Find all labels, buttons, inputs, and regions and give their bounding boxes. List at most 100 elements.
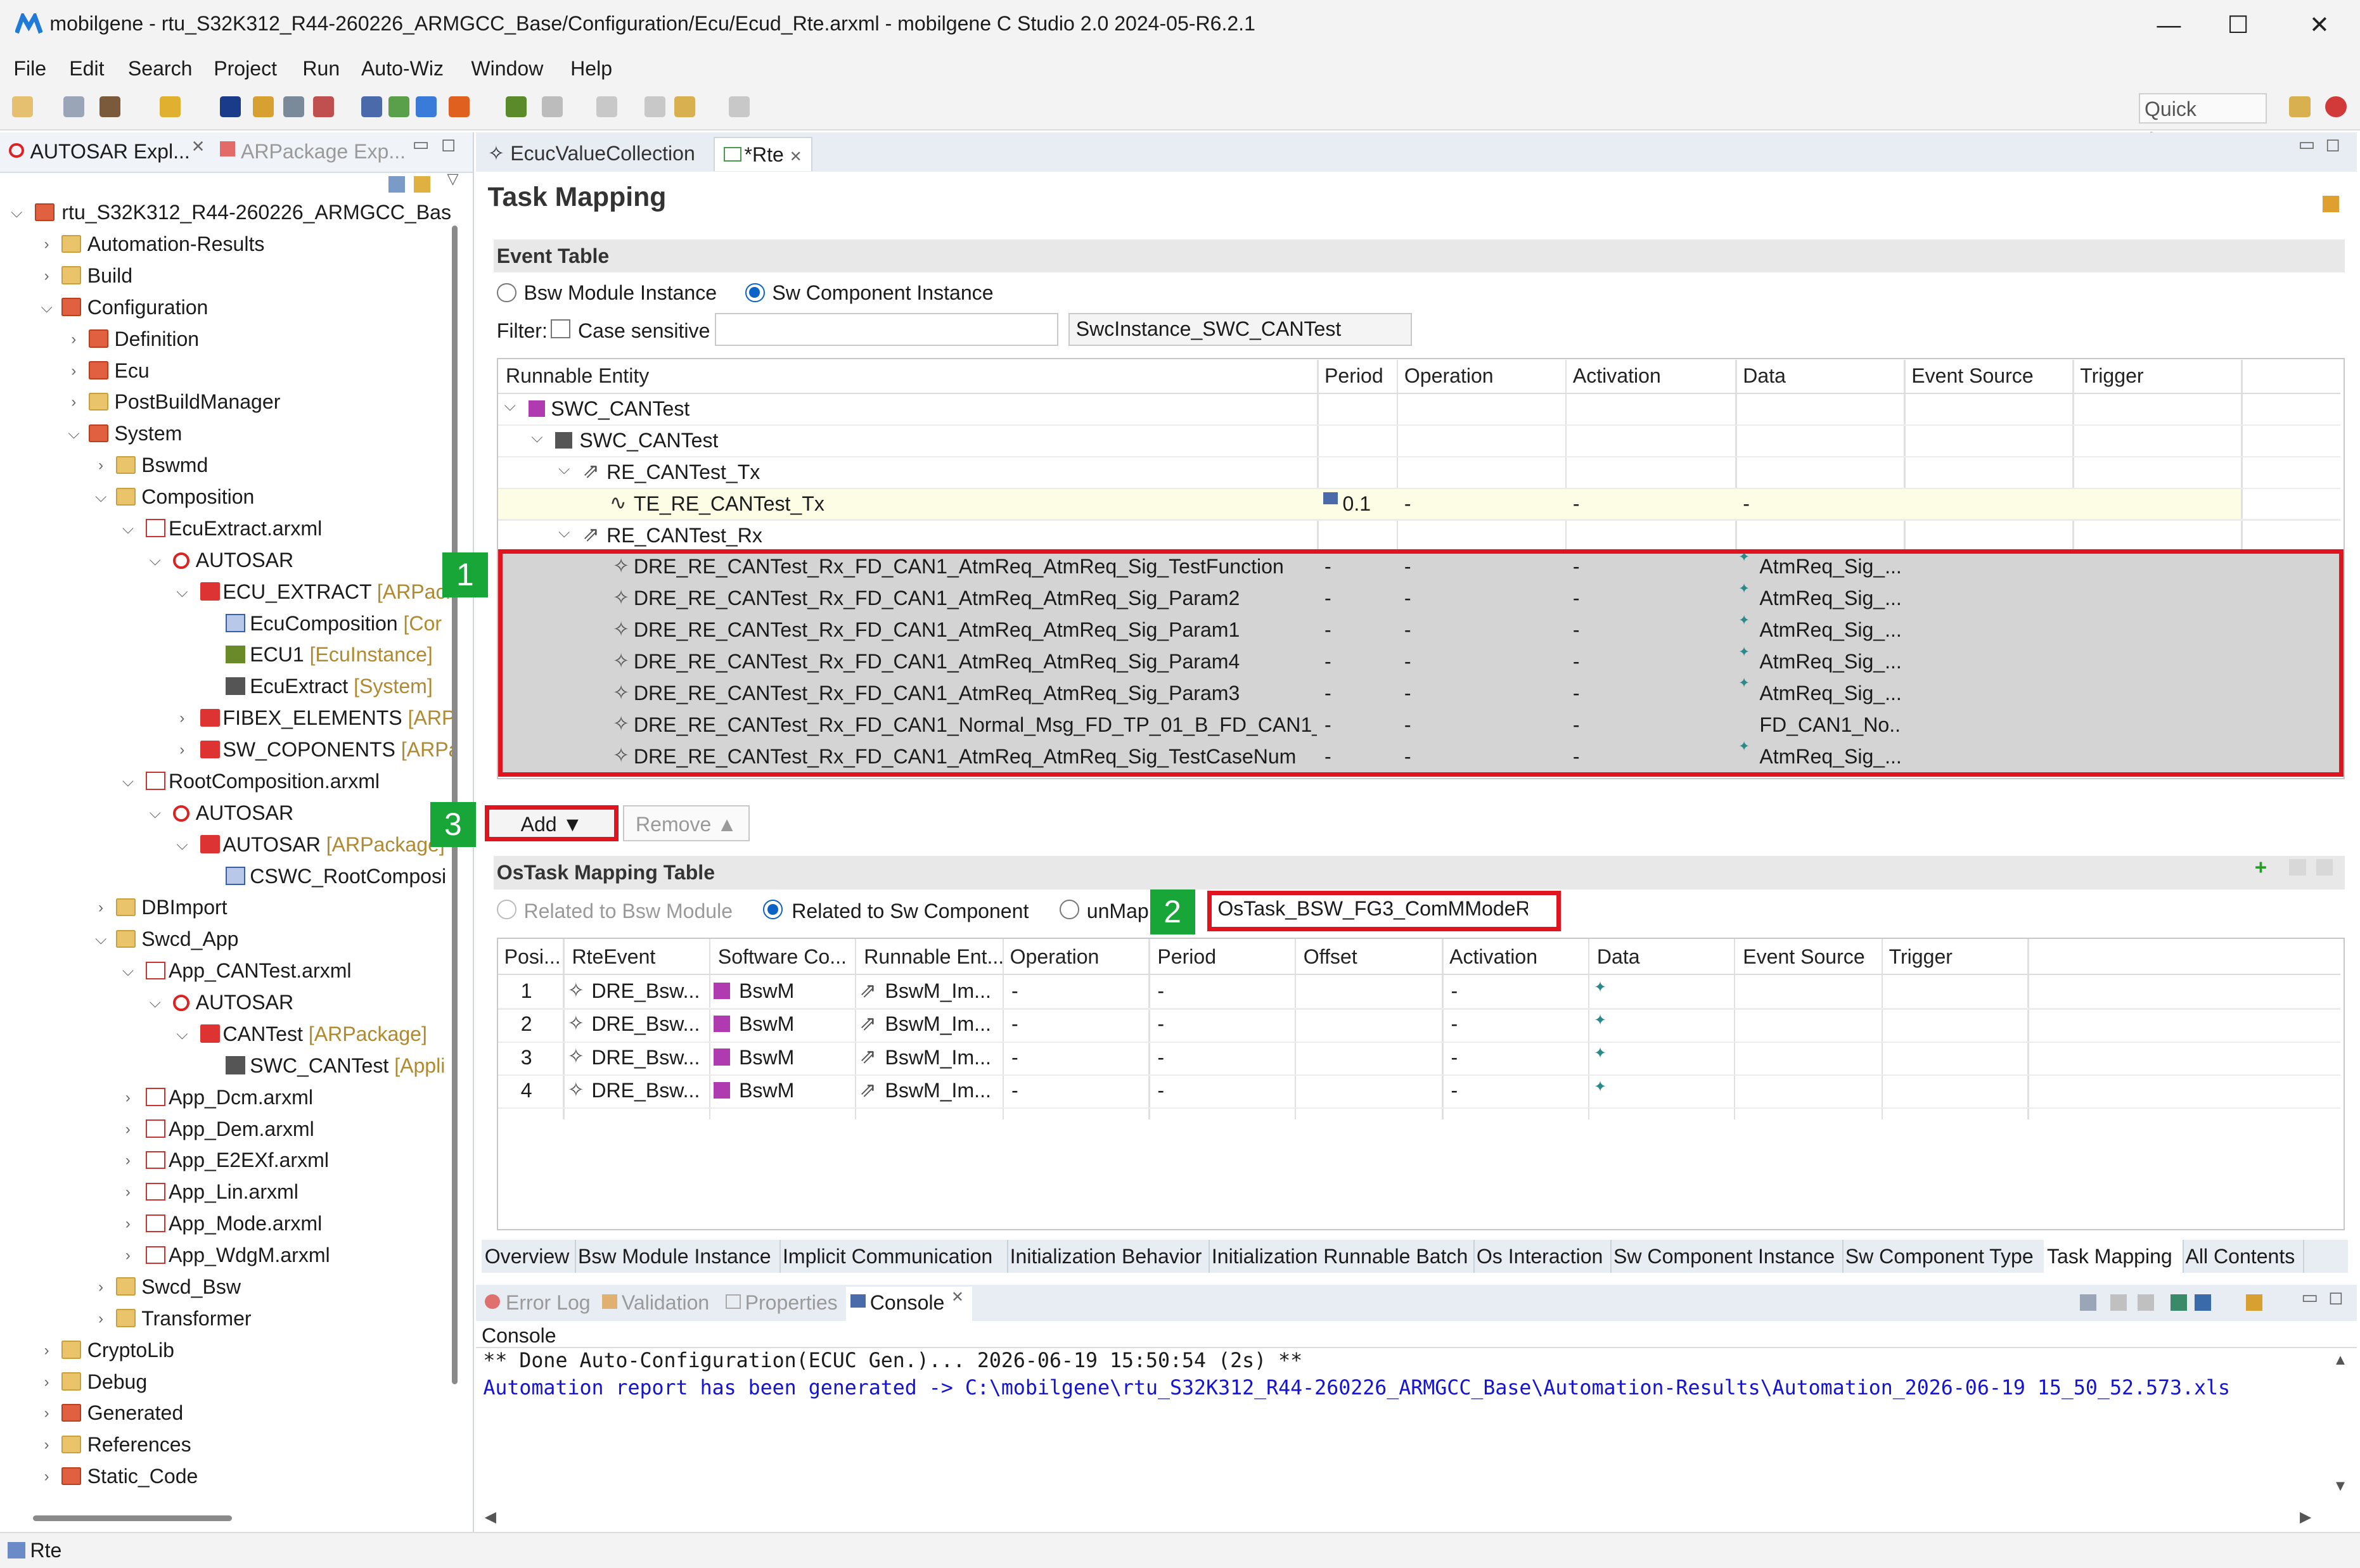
editor-action-icon[interactable] bbox=[2322, 195, 2339, 212]
col-rte-event[interactable]: RteEvent bbox=[572, 945, 656, 969]
col-offset[interactable]: Offset bbox=[1304, 945, 1357, 969]
event-row-re-rx[interactable]: ⌵ ⇗ RE_CANTest_Rx bbox=[498, 521, 2340, 552]
tab-arpackage-explorer[interactable]: ARPackage Exp... bbox=[241, 140, 406, 163]
move-up-icon[interactable] bbox=[2289, 859, 2306, 876]
tab-sw-component-instance[interactable]: Sw Component Instance bbox=[1610, 1240, 1844, 1273]
back-arrow-icon[interactable] bbox=[644, 96, 665, 118]
link-icon[interactable] bbox=[506, 96, 527, 118]
menu-project[interactable]: Project bbox=[214, 57, 277, 80]
autosar-perspective-icon[interactable] bbox=[2325, 96, 2347, 118]
tab-console[interactable]: Console bbox=[870, 1291, 945, 1315]
scroll-lock-icon[interactable] bbox=[2110, 1294, 2127, 1311]
col-runnable-entity[interactable]: Runnable Entity bbox=[506, 364, 649, 388]
run-icon[interactable] bbox=[448, 96, 470, 118]
tab-properties[interactable]: Properties bbox=[745, 1291, 838, 1315]
perspective-icon[interactable] bbox=[2289, 96, 2311, 118]
prev-edit-icon[interactable] bbox=[674, 96, 696, 118]
tab-error-log[interactable]: Error Log bbox=[506, 1291, 591, 1315]
link-editor-icon[interactable] bbox=[414, 175, 431, 193]
close-console-icon[interactable]: ✕ bbox=[951, 1288, 964, 1306]
console-scroll-right-icon[interactable]: ▶ bbox=[2300, 1508, 2311, 1526]
tab-initialization-runnable-batch[interactable]: Initialization Runnable Batch bbox=[1209, 1240, 1475, 1273]
filter-input[interactable] bbox=[715, 313, 1058, 347]
tab-ecucvaluecollection[interactable]: ✧ EcucValueCollection bbox=[478, 137, 704, 170]
close-button[interactable]: ✕ bbox=[2285, 0, 2354, 51]
add-row-icon[interactable]: + bbox=[2255, 856, 2267, 880]
editor-maximize-icon[interactable]: ◻ bbox=[2325, 134, 2340, 155]
view-menu-icon[interactable]: ▽ bbox=[447, 170, 458, 188]
move-down-icon[interactable] bbox=[2316, 859, 2333, 876]
col-trigger[interactable]: Trigger bbox=[2080, 364, 2143, 388]
tab-overview[interactable]: Overview bbox=[482, 1240, 577, 1273]
col-period[interactable]: Period bbox=[1324, 364, 1383, 388]
menu-search[interactable]: Search bbox=[128, 57, 193, 80]
collapse-all-icon[interactable] bbox=[388, 175, 405, 193]
tab-implicit-communication[interactable]: Implicit Communication bbox=[779, 1240, 1008, 1273]
menu-file[interactable]: File bbox=[13, 57, 46, 80]
radio-bsw-module-instance[interactable] bbox=[496, 283, 516, 303]
event-row-swc[interactable]: ⌵ SWC_CANTest bbox=[498, 394, 2340, 426]
event-row-te-tx[interactable]: ∿ TE_RE_CANTest_Tx 0.1 - - - bbox=[498, 488, 2241, 521]
menu-run[interactable]: Run bbox=[302, 57, 340, 80]
pin-console-icon[interactable] bbox=[2170, 1294, 2187, 1311]
tab-os-interaction[interactable]: Os Interaction bbox=[1473, 1240, 1612, 1273]
radio-related-sw-component[interactable] bbox=[763, 900, 783, 920]
remove-button[interactable]: Remove ▲ bbox=[623, 805, 750, 841]
ostask-row-4[interactable]: 4 ✧ DRE_Bsw... BswM ⇗ BswM_Im... - - - ✦ bbox=[498, 1074, 2340, 1107]
tab-validation[interactable]: Validation bbox=[622, 1291, 709, 1315]
new-icon[interactable] bbox=[12, 96, 34, 118]
case-sensitive-checkbox[interactable] bbox=[551, 319, 571, 339]
terminal-icon[interactable] bbox=[219, 96, 241, 118]
minimize-button[interactable]: — bbox=[2134, 0, 2203, 51]
col-data-os[interactable]: Data bbox=[1597, 945, 1640, 969]
next-icon[interactable] bbox=[596, 96, 617, 118]
display-console-icon[interactable] bbox=[2194, 1294, 2211, 1311]
event-row-swc-type[interactable]: ⌵ SWC_CANTest bbox=[498, 426, 2340, 457]
ostask-row-2[interactable]: 2 ✧ DRE_Bsw... BswM ⇗ BswM_Im... - - - ✦ bbox=[498, 1008, 2340, 1041]
open-console-icon[interactable] bbox=[2245, 1294, 2262, 1311]
console-scroll-down-icon[interactable]: ▼ bbox=[2333, 1477, 2348, 1495]
event-row-re-tx[interactable]: ⌵ ⇗ RE_CANTest_Tx bbox=[498, 457, 2340, 489]
frame-icon[interactable] bbox=[388, 96, 409, 118]
tab-autosar-explorer[interactable]: AUTOSAR Expl... bbox=[30, 140, 190, 163]
console-scroll-left-icon[interactable]: ◀ bbox=[485, 1508, 496, 1526]
menu-auto-wiz[interactable]: Auto-Wiz bbox=[361, 57, 444, 80]
col-activation-os[interactable]: Activation bbox=[1449, 945, 1537, 969]
col-position[interactable]: Posi... bbox=[504, 945, 561, 969]
console-minimize-icon[interactable]: ▭ bbox=[2301, 1287, 2318, 1308]
console-scroll-up-icon[interactable]: ▲ bbox=[2333, 1351, 2348, 1369]
radio-unmap[interactable] bbox=[1060, 900, 1079, 920]
word-wrap-icon[interactable] bbox=[2137, 1294, 2154, 1311]
build-icon[interactable] bbox=[99, 96, 120, 118]
menu-window[interactable]: Window bbox=[471, 57, 543, 80]
col-runnable-entity-os[interactable]: Runnable Ent... bbox=[864, 945, 1004, 969]
wizard-icon[interactable] bbox=[159, 96, 181, 118]
tab-initialization-behavior[interactable]: Initialization Behavior bbox=[1007, 1240, 1210, 1273]
tab-rte[interactable]: *Rte ✕ bbox=[713, 137, 812, 172]
close-tab-icon[interactable]: ✕ bbox=[191, 137, 205, 156]
quick-access-input[interactable]: Quick Access bbox=[2138, 93, 2267, 151]
maximize-button[interactable]: ☐ bbox=[2203, 0, 2273, 51]
radio-related-bsw-module[interactable] bbox=[496, 900, 516, 920]
col-operation-os[interactable]: Operation bbox=[1010, 945, 1100, 969]
generate-icon[interactable] bbox=[313, 96, 335, 118]
col-trigger-os[interactable]: Trigger bbox=[1889, 945, 1953, 969]
menu-edit[interactable]: Edit bbox=[69, 57, 104, 80]
maximize-view-icon[interactable]: ◻ bbox=[441, 134, 456, 155]
col-software-component[interactable]: Software Co... bbox=[718, 945, 847, 969]
tab-sw-component-type[interactable]: Sw Component Type bbox=[1842, 1240, 2046, 1273]
step-icon[interactable] bbox=[542, 96, 563, 118]
tree-horizontal-scrollbar[interactable] bbox=[33, 1515, 232, 1522]
col-operation[interactable]: Operation bbox=[1404, 364, 1494, 388]
save-icon[interactable] bbox=[63, 96, 84, 118]
debug-icon[interactable] bbox=[415, 96, 437, 118]
tab-bsw-module-instance[interactable]: Bsw Module Instance bbox=[575, 1240, 781, 1273]
tab-task-mapping[interactable]: Task Mapping bbox=[2044, 1240, 2184, 1273]
col-event-source-os[interactable]: Event Source bbox=[1743, 945, 1864, 969]
col-period-os[interactable]: Period bbox=[1157, 945, 1216, 969]
ostask-row-1[interactable]: 1 ✧ DRE_Bsw... BswM ⇗ BswM_Im... - - - ✦ bbox=[498, 975, 2340, 1008]
col-data[interactable]: Data bbox=[1743, 364, 1786, 388]
minimize-view-icon[interactable]: ▭ bbox=[413, 134, 430, 155]
instance-selector[interactable]: SwcInstance_SWC_CANTest bbox=[1068, 313, 1412, 347]
col-event-source[interactable]: Event Source bbox=[1911, 364, 2033, 388]
